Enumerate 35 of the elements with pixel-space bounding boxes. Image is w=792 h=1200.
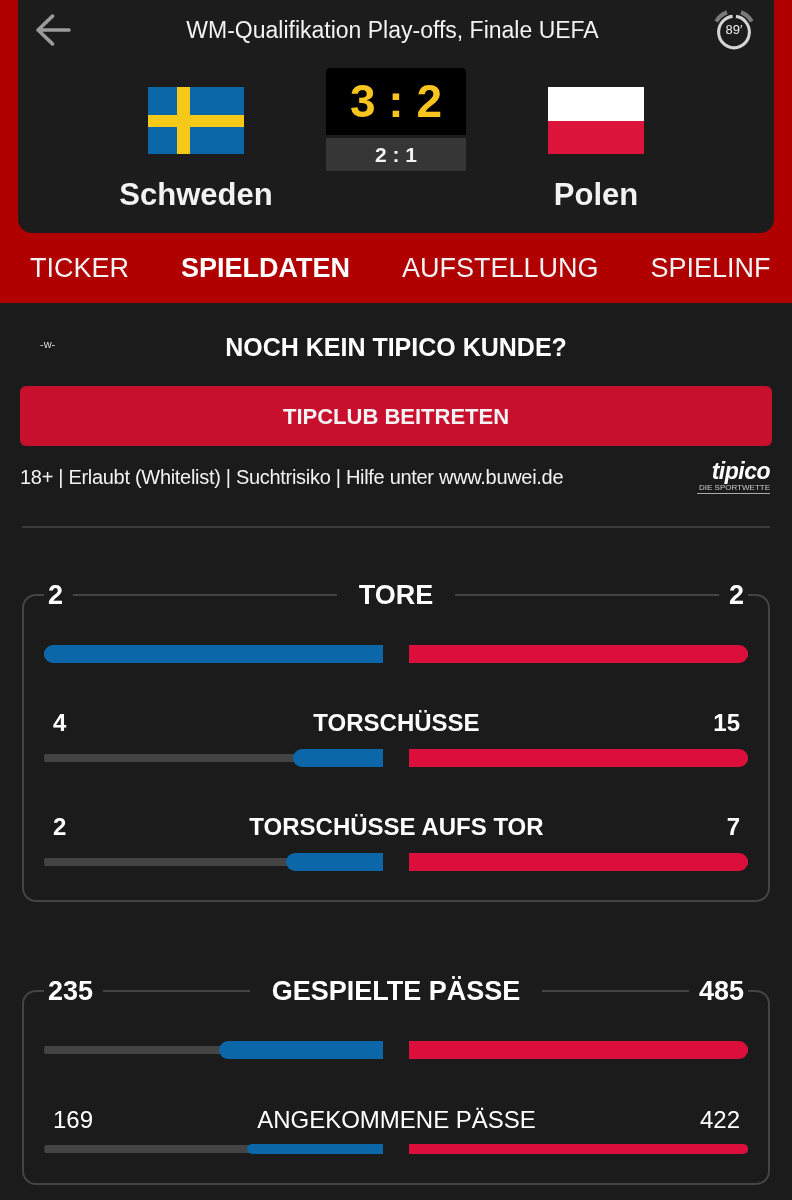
- tab[interactable]: SPIELINF: [650, 251, 771, 285]
- match-minute: 89′: [725, 21, 743, 38]
- join-button[interactable]: TIPCLUB BEITRETEN: [20, 386, 772, 446]
- clock-icon: [714, 9, 754, 51]
- competition-title: WM-Qualifikation Play-offs, Finale UEFA: [185, 16, 600, 45]
- stat-value: 235: [48, 975, 94, 1008]
- stat-label: GESPIELTE PÄSSE: [271, 975, 521, 1008]
- stat-value: 2: [53, 812, 67, 842]
- stat-value: 7: [726, 812, 740, 842]
- back-arrow-icon[interactable]: [35, 14, 71, 46]
- stat-value: 485: [698, 975, 744, 1008]
- stat-value: 2: [729, 579, 744, 612]
- logo-wordmark: tipico: [711, 460, 770, 482]
- stat-label: TORSCHÜSSE AUFS TOR: [249, 812, 544, 842]
- stat-value: 2: [48, 579, 64, 612]
- stat-value: 15: [713, 708, 740, 738]
- stat-label: TORSCHÜSSE: [313, 708, 480, 738]
- score-display: 3 : 2: [326, 68, 466, 135]
- tab[interactable]: SPIELDATEN: [181, 251, 351, 285]
- stat-value: 422: [699, 1105, 740, 1135]
- team-name: Polen: [553, 176, 639, 214]
- flag-icon: [548, 87, 644, 154]
- legal-disclaimer: 18+ | Erlaubt (Whitelist) | Suchtrisiko | Hilfe unter www.buwei.de: [20, 465, 564, 490]
- tab[interactable]: TICKER: [30, 251, 129, 285]
- tab[interactable]: AUFSTELLUNG: [402, 251, 599, 285]
- stat-label: TORE: [358, 579, 434, 612]
- flag-icon: [148, 87, 244, 154]
- halftime-score: 2 : 1: [326, 138, 466, 171]
- stat-value: 169: [53, 1105, 94, 1135]
- ad-headline: NOCH KEIN TIPICO KUNDE?: [225, 332, 567, 363]
- team-name: Schweden: [119, 176, 273, 214]
- ad-tag: -w-: [40, 338, 56, 350]
- stat-label: ANGEKOMMENE PÄSSE: [257, 1105, 536, 1135]
- logo-tagline: DIE SPORTWETTE: [697, 483, 770, 494]
- stat-value: 4: [53, 708, 67, 738]
